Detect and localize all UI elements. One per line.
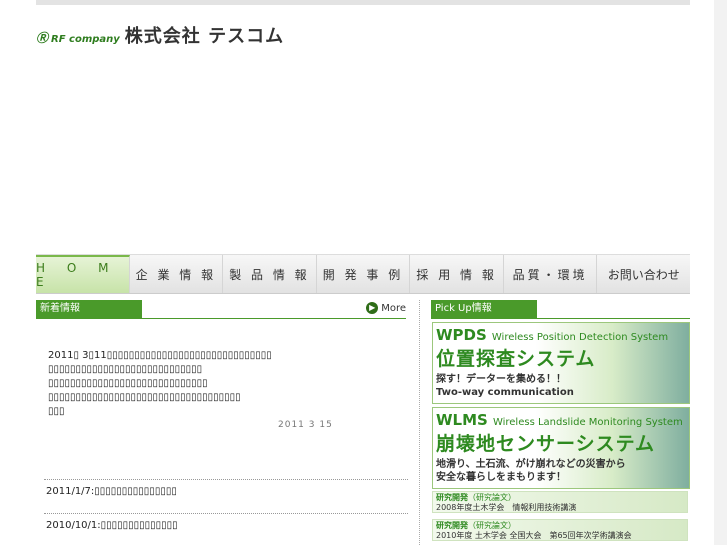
news-heading: 新着情報: [36, 300, 142, 318]
divider: [44, 479, 408, 480]
divider: [44, 513, 408, 514]
nav-recruit[interactable]: 採 用 情 報: [410, 255, 504, 293]
nav-contact[interactable]: お問い合わせ: [597, 255, 690, 293]
banner-title: WPDS Wireless Position Detection System: [433, 323, 689, 344]
nav-products[interactable]: 製 品 情 報: [223, 255, 317, 293]
research-text: 2010年度 土木学会 全国大会 第65回年次学術講演会: [436, 531, 632, 540]
main-nav: H O M E 企 業 情 報 製 品 情 報 開 発 事 例 採 用 情 報 …: [36, 254, 690, 294]
banner-sub: 地滑り、土石流、がけ崩れなどの災害から: [436, 459, 626, 470]
research-banner[interactable]: 研究開発（研究論文） 2010年度 土木学会 全国大会 第65回年次学術講演会: [432, 519, 688, 541]
news-header: 新着情報 ▶ More: [36, 300, 406, 319]
banner-ja: 位置探査システム: [436, 348, 596, 370]
news-main-text: 2011▯ 3▯11▯▯▯▯▯▯▯▯▯▯▯▯▯▯▯▯▯▯▯▯▯▯▯▯▯▯▯▯▯▯…: [48, 349, 403, 419]
nav-company[interactable]: 企 業 情 報: [130, 255, 224, 293]
wlms-banner[interactable]: WLMS Wireless Landslide Monitoring Syste…: [432, 407, 690, 489]
logo-rf-text: RF company: [51, 34, 120, 45]
research-banner[interactable]: 研究開発（研究論文） 2008年度土木学会 情報利用技術講演: [432, 491, 688, 513]
news-line: ▯▯▯▯▯▯▯▯▯▯▯▯▯▯▯▯▯▯▯▯▯▯▯▯▯▯▯▯: [48, 364, 203, 375]
nav-development[interactable]: 開 発 事 例: [317, 255, 411, 293]
logo[interactable]: Ⓡ RF company 株式会社 テスコム: [36, 22, 284, 48]
banner-ja: 崩壊地センサーシステム: [436, 433, 656, 455]
page: Ⓡ RF company 株式会社 テスコム H O M E 企 業 情 報 製…: [0, 0, 714, 545]
wpds-banner[interactable]: WPDS Wireless Position Detection System …: [432, 322, 690, 404]
news-line: ▯▯▯: [48, 406, 65, 417]
arrow-right-icon: ▶: [366, 302, 379, 314]
news-line: 2011▯ 3▯11▯▯▯▯▯▯▯▯▯▯▯▯▯▯▯▯▯▯▯▯▯▯▯▯▯▯▯▯▯▯: [48, 350, 272, 361]
banner-code: WLMS: [436, 411, 488, 429]
nav-quality[interactable]: 品質・環境: [504, 255, 598, 293]
news-date: 2011 3 15: [278, 420, 333, 430]
research-text: 2008年度土木学会 情報利用技術講演: [436, 503, 577, 512]
company-name: 株式会社 テスコム: [124, 26, 285, 47]
banner-sub: 探す！データーを集める！！: [436, 374, 566, 385]
banner-code: WPDS: [436, 326, 487, 344]
banner-en: Wireless Landslide Monitoring System: [492, 417, 683, 428]
news-item[interactable]: 2011/1/7:▯▯▯▯▯▯▯▯▯▯▯▯▯▯▯: [46, 486, 406, 497]
banner-en: Wireless Position Detection System: [491, 332, 669, 343]
leaf-logo-icon: Ⓡ: [36, 31, 49, 45]
banner-sub: Two-way communication: [436, 387, 574, 398]
nav-home[interactable]: H O M E: [36, 255, 130, 293]
top-bar: [36, 0, 690, 5]
more-label: More: [381, 302, 406, 314]
column-separator: [419, 300, 420, 545]
more-link[interactable]: ▶ More: [366, 302, 406, 314]
research-title: 研究開発（研究論文）: [436, 493, 516, 502]
pickup-header: Pick Up情報: [431, 300, 690, 319]
news-line: ▯▯▯▯▯▯▯▯▯▯▯▯▯▯▯▯▯▯▯▯▯▯▯▯▯▯▯▯▯▯▯▯▯▯▯: [48, 392, 241, 403]
pickup-heading: Pick Up情報: [431, 300, 537, 318]
news-item[interactable]: 2010/10/1:▯▯▯▯▯▯▯▯▯▯▯▯▯▯: [46, 520, 406, 531]
research-title: 研究開発（研究論文）: [436, 521, 516, 530]
banner-sub: 安全な暮らしをまもります！: [436, 472, 566, 483]
banner-title: WLMS Wireless Landslide Monitoring Syste…: [433, 408, 689, 429]
news-line: ▯▯▯▯▯▯▯▯▯▯▯▯▯▯▯▯▯▯▯▯▯▯▯▯▯▯▯▯▯: [48, 378, 208, 389]
